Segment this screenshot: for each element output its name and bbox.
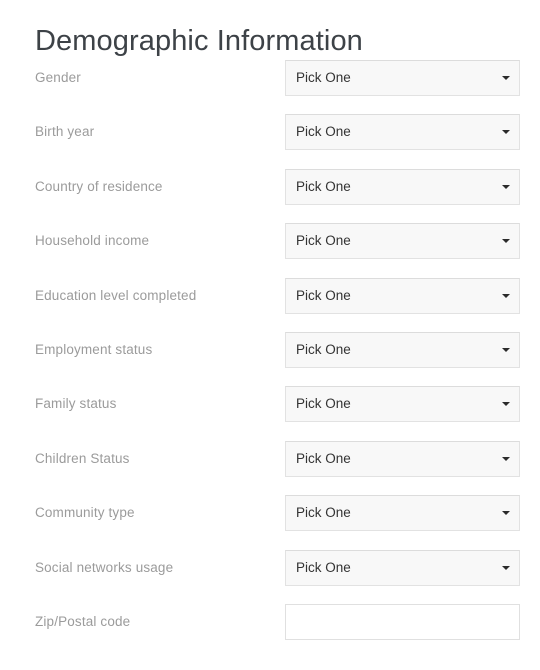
select-community-type[interactable]: Pick One	[285, 495, 520, 532]
field-label: Employment status	[35, 341, 153, 357]
chevron-down-icon	[502, 184, 510, 189]
select-gender[interactable]: Pick One	[285, 60, 520, 96]
field-label: Zip/Postal code	[35, 613, 131, 629]
field-label: Birth year	[35, 124, 95, 140]
input-zip-postal-code[interactable]	[285, 603, 520, 640]
chevron-down-icon	[502, 293, 510, 298]
form-row: Gender Pick One	[0, 60, 540, 114]
field-label: Country of residence	[35, 178, 163, 194]
chevron-down-icon	[502, 239, 510, 244]
select-children-status[interactable]: Pick One	[285, 440, 520, 477]
select-value: Pick One	[296, 341, 351, 357]
field-label: Children Status	[35, 450, 130, 466]
chevron-down-icon	[502, 456, 510, 461]
demographic-information-page: Demographic Information Gender Pick One Bi…	[0, 0, 540, 670]
field-label: Gender	[35, 70, 81, 85]
form-row: Family status Pick One	[0, 386, 540, 440]
form-row: Zip/Postal code	[0, 603, 540, 658]
chevron-down-icon	[502, 511, 510, 516]
select-birth-year[interactable]: Pick One	[285, 114, 520, 151]
chevron-down-icon	[502, 76, 510, 80]
form-row: Education level completed Pick One	[0, 277, 540, 332]
select-value: Pick One	[296, 505, 351, 521]
form-row: Country of residence Pick One	[0, 168, 540, 223]
select-country-of-residence[interactable]: Pick One	[285, 168, 520, 205]
input-value	[296, 605, 509, 639]
page-title: Demographic Information	[35, 25, 363, 58]
select-value: Pick One	[296, 124, 351, 140]
chevron-down-icon	[502, 347, 510, 352]
form-row: Birth year Pick One	[0, 114, 540, 168]
select-value: Pick One	[296, 178, 351, 194]
field-label: Family status	[35, 396, 117, 412]
select-value: Pick One	[296, 450, 351, 466]
select-value: Pick One	[296, 70, 351, 85]
field-label: Social networks usage	[35, 559, 174, 575]
chevron-down-icon	[502, 565, 510, 570]
select-household-income[interactable]: Pick One	[285, 223, 520, 260]
select-family-status[interactable]: Pick One	[285, 386, 520, 423]
form-row: Children Status Pick One	[0, 440, 540, 495]
select-value: Pick One	[296, 559, 351, 575]
select-value: Pick One	[296, 396, 351, 412]
select-value: Pick One	[296, 233, 351, 249]
field-label: Community type	[35, 505, 135, 521]
form-row: Household income Pick One	[0, 223, 540, 277]
chevron-down-icon	[502, 402, 510, 407]
select-education-level-completed[interactable]: Pick One	[285, 277, 520, 314]
field-label: Household income	[35, 233, 150, 249]
select-value: Pick One	[296, 287, 351, 303]
form-row: Social networks usage Pick One	[0, 549, 540, 604]
field-label: Education level completed	[35, 287, 197, 303]
form-row: Employment status Pick One	[0, 331, 540, 386]
chevron-down-icon	[502, 130, 510, 135]
select-social-networks-usage[interactable]: Pick One	[285, 549, 520, 586]
demographic-form: Gender Pick One Birth year Pick One Country …	[0, 60, 540, 658]
select-employment-status[interactable]: Pick One	[285, 331, 520, 368]
form-row: Community type Pick One	[0, 495, 540, 549]
